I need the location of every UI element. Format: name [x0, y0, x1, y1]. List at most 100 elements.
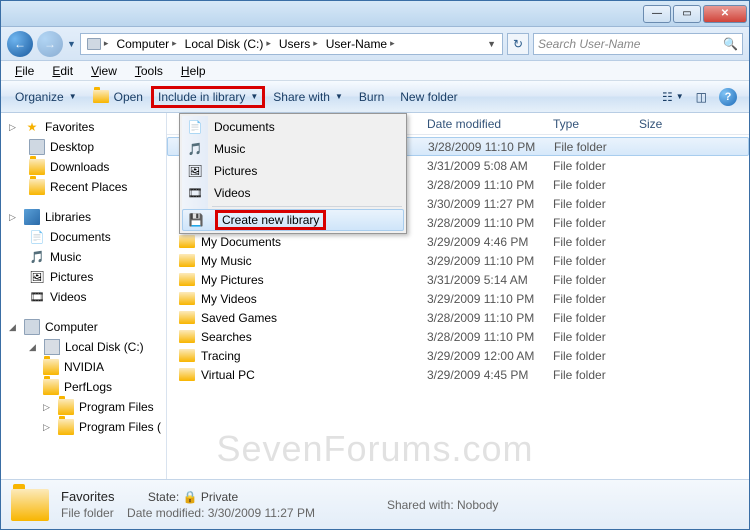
- videos-icon: 🎞: [187, 185, 203, 201]
- col-type[interactable]: Type: [545, 117, 631, 131]
- back-button[interactable]: ←: [7, 31, 33, 57]
- menu-edit[interactable]: Edit: [44, 62, 81, 80]
- folder-icon: [43, 379, 59, 395]
- col-date[interactable]: Date modified: [419, 117, 545, 131]
- menu-item-documents[interactable]: 📄Documents: [182, 116, 404, 138]
- crumb-users[interactable]: Users: [279, 37, 310, 51]
- music-icon: 🎵: [29, 249, 45, 265]
- documents-icon: 📄: [29, 229, 45, 245]
- nav-favorites[interactable]: ▷★Favorites: [1, 117, 166, 137]
- crumb-username[interactable]: User-Name: [326, 37, 387, 51]
- file-date: 3/28/2009 11:10 PM: [419, 330, 545, 344]
- details-state-label: State:: [148, 490, 179, 504]
- menu-tools[interactable]: Tools: [127, 62, 171, 80]
- menu-view[interactable]: View: [83, 62, 125, 80]
- file-date: 3/30/2009 11:27 PM: [419, 197, 545, 211]
- folder-icon: [179, 330, 195, 343]
- details-state-value: Private: [201, 490, 238, 504]
- nav-local-disk[interactable]: ◢Local Disk (C:): [1, 337, 166, 357]
- file-date: 3/29/2009 4:45 PM: [419, 368, 545, 382]
- menu-item-videos[interactable]: 🎞Videos: [182, 182, 404, 204]
- include-in-library-menu: 📄Documents 🎵Music 🖼Pictures 🎞Videos 💾Cre…: [179, 113, 407, 234]
- nav-desktop[interactable]: Desktop: [1, 137, 166, 157]
- file-name: Saved Games: [201, 311, 277, 325]
- table-row[interactable]: My Pictures3/31/2009 5:14 AMFile folder: [167, 270, 749, 289]
- address-bar: ← → ▼ ▸ Computer▸ Local Disk (C:)▸ Users…: [1, 27, 749, 61]
- table-row[interactable]: My Documents3/29/2009 4:46 PMFile folder: [167, 232, 749, 251]
- details-modified-value: 3/30/2009 11:27 PM: [208, 506, 315, 520]
- nav-downloads[interactable]: Downloads: [1, 157, 166, 177]
- menu-file[interactable]: FFileile: [7, 62, 42, 80]
- folder-icon: [58, 399, 74, 415]
- burn-button[interactable]: Burn: [351, 86, 392, 108]
- new-folder-button[interactable]: New folder: [392, 86, 465, 108]
- breadcrumb[interactable]: ▸ Computer▸ Local Disk (C:)▸ Users▸ User…: [80, 33, 503, 55]
- share-with-button[interactable]: Share with▼: [265, 86, 351, 108]
- close-button[interactable]: ✕: [703, 5, 747, 23]
- nav-computer[interactable]: ◢Computer: [1, 317, 166, 337]
- file-type: File folder: [545, 273, 631, 287]
- organize-button[interactable]: Organize▼: [7, 86, 85, 108]
- nav-videos[interactable]: 🎞Videos: [1, 287, 166, 307]
- folder-icon: [179, 254, 195, 267]
- search-input[interactable]: Search User-Name 🔍: [533, 33, 743, 55]
- maximize-button[interactable]: ▭: [673, 5, 701, 23]
- menu-item-music[interactable]: 🎵Music: [182, 138, 404, 160]
- navigation-pane: ▷★Favorites Desktop Downloads Recent Pla…: [1, 113, 167, 479]
- disk-icon: [44, 339, 60, 355]
- file-date: 3/29/2009 11:10 PM: [419, 292, 545, 306]
- table-row[interactable]: My Videos3/29/2009 11:10 PMFile folder: [167, 289, 749, 308]
- search-placeholder: Search User-Name: [538, 37, 640, 51]
- table-row[interactable]: Searches3/28/2009 11:10 PMFile folder: [167, 327, 749, 346]
- table-row[interactable]: Tracing3/29/2009 12:00 AMFile folder: [167, 346, 749, 365]
- folder-icon: [179, 349, 195, 362]
- include-in-library-button[interactable]: Include in library▼: [151, 86, 265, 108]
- open-button[interactable]: Open: [85, 86, 151, 108]
- nav-pictures[interactable]: 🖼Pictures: [1, 267, 166, 287]
- computer-icon: [87, 38, 101, 50]
- nav-perflogs[interactable]: PerfLogs: [1, 377, 166, 397]
- details-modified-label: Date modified:: [127, 506, 204, 520]
- folder-icon: [179, 311, 195, 324]
- nav-recent-places[interactable]: Recent Places: [1, 177, 166, 197]
- help-icon: ?: [719, 88, 737, 106]
- file-date: 3/28/2009 11:10 PM: [419, 311, 545, 325]
- help-button[interactable]: ?: [713, 84, 743, 110]
- minimize-button[interactable]: —: [643, 5, 671, 23]
- nav-program-files-x[interactable]: ▷Program Files (: [1, 417, 166, 437]
- nav-libraries[interactable]: ▷Libraries: [1, 207, 166, 227]
- file-name: My Music: [201, 254, 252, 268]
- save-icon: 💾: [188, 212, 204, 228]
- nav-program-files[interactable]: ▷Program Files: [1, 397, 166, 417]
- menu-item-pictures[interactable]: 🖼Pictures: [182, 160, 404, 182]
- table-row[interactable]: Saved Games3/28/2009 11:10 PMFile folder: [167, 308, 749, 327]
- menu-item-create-new-library[interactable]: 💾Create new library: [182, 209, 404, 231]
- nav-documents[interactable]: 📄Documents: [1, 227, 166, 247]
- desktop-icon: [29, 139, 45, 155]
- preview-pane-button[interactable]: ◫: [690, 86, 713, 108]
- file-type: File folder: [545, 197, 631, 211]
- file-name: Virtual PC: [201, 368, 255, 382]
- titlebar: — ▭ ✕: [1, 1, 749, 27]
- file-date: 3/28/2009 11:10 PM: [420, 140, 546, 154]
- crumb-computer[interactable]: Computer: [116, 37, 169, 51]
- table-row[interactable]: My Music3/29/2009 11:10 PMFile folder: [167, 251, 749, 270]
- folder-icon: [11, 489, 49, 521]
- file-type: File folder: [545, 216, 631, 230]
- file-name: My Pictures: [201, 273, 264, 287]
- refresh-button[interactable]: ↻: [507, 33, 529, 55]
- nav-music[interactable]: 🎵Music: [1, 247, 166, 267]
- pictures-icon: 🖼: [187, 163, 203, 179]
- details-subtitle: File folder: [61, 506, 114, 520]
- menu-help[interactable]: Help: [173, 62, 214, 80]
- forward-button[interactable]: →: [37, 31, 63, 57]
- lock-icon: 🔒: [183, 490, 198, 504]
- history-dropdown-icon[interactable]: ▼: [67, 39, 76, 49]
- file-date: 3/28/2009 11:10 PM: [419, 178, 545, 192]
- col-size[interactable]: Size: [631, 117, 749, 131]
- crumb-disk[interactable]: Local Disk (C:): [185, 37, 264, 51]
- breadcrumb-dropdown-icon[interactable]: ▼: [483, 39, 500, 49]
- view-options-button[interactable]: ☷ ▼: [656, 86, 690, 108]
- table-row[interactable]: Virtual PC3/29/2009 4:45 PMFile folder: [167, 365, 749, 384]
- nav-nvidia[interactable]: NVIDIA: [1, 357, 166, 377]
